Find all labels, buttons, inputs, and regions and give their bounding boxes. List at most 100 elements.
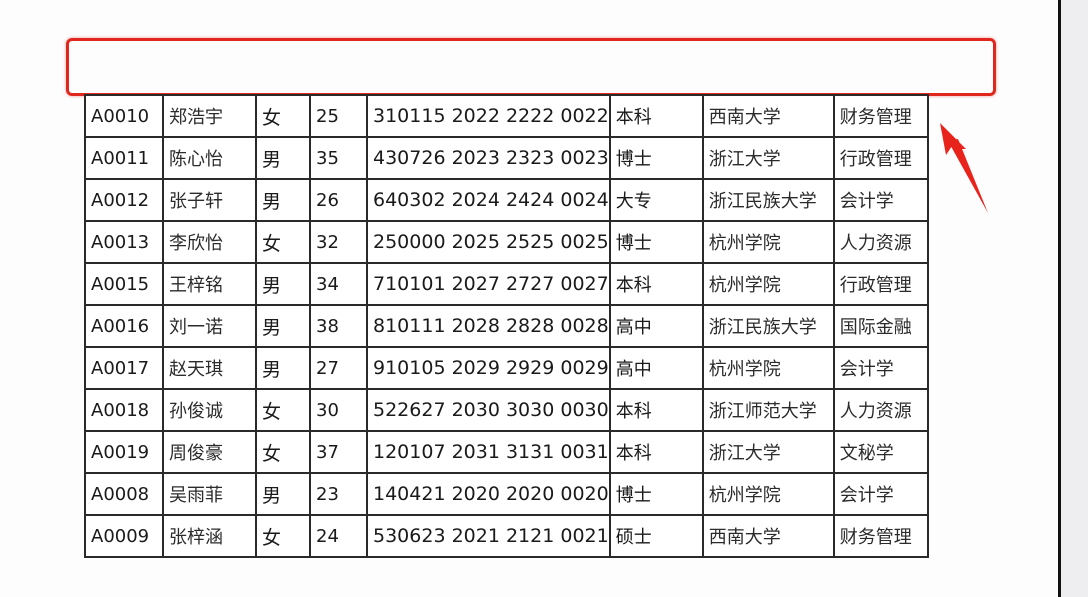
cell-school[interactable]: 西南大学: [701, 94, 835, 138]
cell-school[interactable]: 浙江民族大学: [701, 178, 835, 222]
cell-name[interactable]: 张子轩: [162, 178, 257, 222]
cell-school[interactable]: 杭州学院: [701, 472, 835, 516]
cell-id-number[interactable]: 250000 2025 2525 0025: [366, 220, 611, 264]
table-row: A0018 孙俊诚女 30 522627 2030 3030 0030 本科 浙江师范大学…: [84, 388, 929, 432]
cell-name[interactable]: 张梓涵: [162, 514, 257, 558]
cell-id-number[interactable]: 120107 2031 3131 0031: [366, 430, 611, 474]
cell-age[interactable]: 38: [309, 304, 368, 348]
cell-education[interactable]: 博士: [608, 220, 704, 264]
table-row: A0011 陈心怡男 35 430726 2023 2323 0023 博士 浙江大学 行政…: [84, 136, 929, 180]
cell-education[interactable]: 博士: [608, 472, 704, 516]
cell-name[interactable]: 吴雨菲: [162, 472, 257, 516]
cell-employee-id[interactable]: A0017: [84, 346, 164, 390]
cell-gender[interactable]: 男: [255, 346, 311, 390]
red-highlight-box-empty-header-row: [66, 38, 996, 96]
cell-education[interactable]: 本科: [608, 262, 704, 306]
cell-employee-id[interactable]: A0013: [84, 220, 164, 264]
cell-education[interactable]: 本科: [608, 94, 704, 138]
cell-gender[interactable]: 女: [255, 94, 311, 138]
cell-id-number[interactable]: 710101 2027 2727 0027: [366, 262, 611, 306]
cell-id-number[interactable]: 640302 2024 2424 0024: [366, 178, 611, 222]
cell-school[interactable]: 杭州学院: [701, 220, 835, 264]
cell-school[interactable]: 浙江民族大学: [701, 304, 835, 348]
cell-education[interactable]: 大专: [608, 178, 704, 222]
table-row: A0016 刘一诺男 38 810111 2028 2828 0028 高中 浙江民族大学…: [84, 304, 929, 348]
table-body: A0010 郑浩宇女 25 310115 2022 2222 0022 本科 西南大学 财务…: [84, 94, 929, 558]
cell-gender[interactable]: 男: [255, 136, 311, 180]
cell-age[interactable]: 34: [309, 262, 368, 306]
cell-school[interactable]: 西南大学: [701, 514, 835, 558]
cell-major[interactable]: 人力资源: [832, 220, 929, 264]
cell-employee-id[interactable]: A0008: [84, 472, 164, 516]
cell-name[interactable]: 周俊豪: [162, 430, 257, 474]
cell-name[interactable]: 陈心怡: [162, 136, 257, 180]
cell-major[interactable]: 会计学: [832, 178, 929, 222]
cell-age[interactable]: 27: [309, 346, 368, 390]
table-row: A0010 郑浩宇女 25 310115 2022 2222 0022 本科 西南大学 财务…: [84, 94, 929, 138]
cell-name[interactable]: 郑浩宇: [162, 94, 257, 138]
cell-employee-id[interactable]: A0019: [84, 430, 164, 474]
cell-education[interactable]: 本科: [608, 388, 704, 432]
cell-id-number[interactable]: 430726 2023 2323 0023: [366, 136, 611, 180]
cell-education[interactable]: 硕士: [608, 514, 704, 558]
cell-age[interactable]: 32: [309, 220, 368, 264]
table-row: A0012 张子轩男 26 640302 2024 2424 0024 大专 浙江民族大学…: [84, 178, 929, 222]
cell-major[interactable]: 行政管理: [832, 262, 929, 306]
cell-major[interactable]: 财务管理: [832, 514, 929, 558]
cell-name[interactable]: 孙俊诚: [162, 388, 257, 432]
cell-gender[interactable]: 女: [255, 220, 311, 264]
cell-gender[interactable]: 男: [255, 304, 311, 348]
cell-major[interactable]: 人力资源: [832, 388, 929, 432]
cell-school[interactable]: 浙江大学: [701, 136, 835, 180]
cell-school[interactable]: 杭州学院: [701, 262, 835, 306]
cell-gender[interactable]: 男: [255, 472, 311, 516]
side-panel: [1061, 0, 1088, 597]
cell-age[interactable]: 37: [309, 430, 368, 474]
cell-id-number[interactable]: 910105 2029 2929 0029: [366, 346, 611, 390]
table-row: A0015 王梓铭男 34 710101 2027 2727 0027 本科 杭州学院 行政…: [84, 262, 929, 306]
red-arrow-icon: [940, 123, 988, 213]
cell-employee-id[interactable]: A0010: [84, 94, 164, 138]
cell-major[interactable]: 财务管理: [832, 94, 929, 138]
cell-name[interactable]: 李欣怡: [162, 220, 257, 264]
cell-major[interactable]: 国际金融: [832, 304, 929, 348]
cell-age[interactable]: 30: [309, 388, 368, 432]
employee-table: A0010 郑浩宇女 25 310115 2022 2222 0022 本科 西南大学 财务…: [84, 94, 929, 558]
cell-major[interactable]: 会计学: [832, 472, 929, 516]
cell-gender[interactable]: 女: [255, 388, 311, 432]
cell-name[interactable]: 刘一诺: [162, 304, 257, 348]
cell-employee-id[interactable]: A0016: [84, 304, 164, 348]
cell-employee-id[interactable]: A0011: [84, 136, 164, 180]
cell-id-number[interactable]: 140421 2020 2020 0020: [366, 472, 611, 516]
cell-gender[interactable]: 女: [255, 514, 311, 558]
cell-age[interactable]: 25: [309, 94, 368, 138]
cell-name[interactable]: 赵天琪: [162, 346, 257, 390]
cell-age[interactable]: 23: [309, 472, 368, 516]
table-row: A0009 张梓涵女 24 530623 2021 2121 0021 硕士 西南大学 财务…: [84, 514, 929, 558]
cell-gender[interactable]: 男: [255, 178, 311, 222]
cell-age[interactable]: 26: [309, 178, 368, 222]
cell-gender[interactable]: 男: [255, 262, 311, 306]
cell-employee-id[interactable]: A0009: [84, 514, 164, 558]
cell-employee-id[interactable]: A0012: [84, 178, 164, 222]
cell-school[interactable]: 浙江师范大学: [701, 388, 835, 432]
cell-school[interactable]: 浙江大学: [701, 430, 835, 474]
cell-id-number[interactable]: 310115 2022 2222 0022: [366, 94, 611, 138]
cell-education[interactable]: 博士: [608, 136, 704, 180]
cell-age[interactable]: 35: [309, 136, 368, 180]
cell-major[interactable]: 行政管理: [832, 136, 929, 180]
cell-id-number[interactable]: 522627 2030 3030 0030: [366, 388, 611, 432]
cell-age[interactable]: 24: [309, 514, 368, 558]
cell-id-number[interactable]: 530623 2021 2121 0021: [366, 514, 611, 558]
cell-employee-id[interactable]: A0015: [84, 262, 164, 306]
cell-major[interactable]: 会计学: [832, 346, 929, 390]
cell-education[interactable]: 高中: [608, 346, 704, 390]
cell-education[interactable]: 高中: [608, 304, 704, 348]
cell-major[interactable]: 文秘学: [832, 430, 929, 474]
cell-name[interactable]: 王梓铭: [162, 262, 257, 306]
cell-gender[interactable]: 女: [255, 430, 311, 474]
cell-education[interactable]: 本科: [608, 430, 704, 474]
cell-id-number[interactable]: 810111 2028 2828 0028: [366, 304, 611, 348]
cell-school[interactable]: 杭州学院: [701, 346, 835, 390]
cell-employee-id[interactable]: A0018: [84, 388, 164, 432]
